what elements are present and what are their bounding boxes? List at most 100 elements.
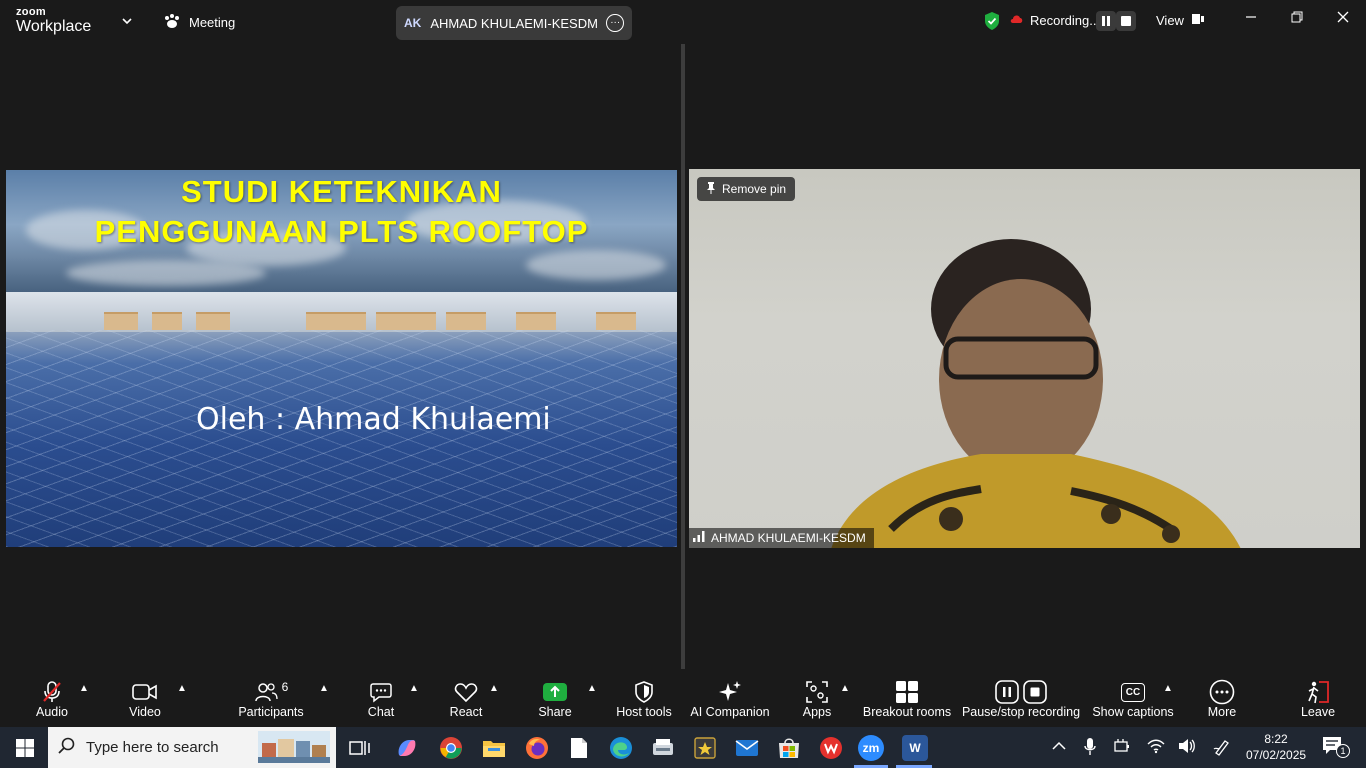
participants-button[interactable]: 6 Participants xyxy=(236,669,306,727)
participants-label: Participants xyxy=(238,705,304,719)
copilot-icon[interactable] xyxy=(394,735,420,761)
camera-icon xyxy=(132,679,158,705)
mail-icon[interactable] xyxy=(734,735,760,761)
ai-companion-button[interactable]: AI Companion xyxy=(690,669,770,727)
chevron-up-icon[interactable]: ▲ xyxy=(1163,683,1173,694)
pen-icon[interactable] xyxy=(1213,738,1231,759)
windows-start-icon[interactable] xyxy=(12,735,38,761)
breakout-grid-icon xyxy=(895,679,919,705)
share-label: Share xyxy=(538,705,572,719)
audio-button[interactable]: Audio xyxy=(30,669,74,727)
chevron-up-icon[interactable]: ▲ xyxy=(79,683,89,694)
chevron-down-icon[interactable] xyxy=(122,14,132,28)
scanner-app-icon[interactable] xyxy=(650,735,676,761)
edge-icon[interactable] xyxy=(608,735,634,761)
breakout-rooms-button[interactable]: Breakout rooms xyxy=(862,669,952,727)
share-title: AHMAD KHULAEMI-KESDM's screen xyxy=(430,15,598,31)
more-icon xyxy=(1209,679,1235,705)
react-button[interactable]: React xyxy=(446,669,486,727)
meeting-menu[interactable]: Meeting xyxy=(163,13,235,32)
more-label: More xyxy=(1207,705,1237,719)
chrome-icon[interactable] xyxy=(438,735,464,761)
search-placeholder: Type here to search xyxy=(86,739,219,756)
task-view-icon[interactable] xyxy=(347,735,373,761)
apps-label: Apps xyxy=(802,705,832,719)
microsoft-store-icon[interactable] xyxy=(776,735,802,761)
audio-label: Audio xyxy=(36,705,68,719)
captions-icon: CC xyxy=(1120,679,1146,705)
restore-icon[interactable] xyxy=(1285,10,1309,28)
remove-pin-button[interactable]: Remove pin xyxy=(697,177,796,201)
title-bar: zoom Workplace Meeting AK AHMAD KHULAEMI… xyxy=(0,0,1366,44)
sparkle-icon xyxy=(718,679,742,705)
more-button[interactable]: More xyxy=(1204,669,1240,727)
clock-time: 8:22 xyxy=(1264,732,1288,746)
video-button[interactable]: Video xyxy=(124,669,166,727)
share-button[interactable]: Share xyxy=(536,669,574,727)
solar-panel-grid xyxy=(6,330,677,547)
chevron-up-icon[interactable]: ▲ xyxy=(587,683,597,694)
wifi-icon[interactable] xyxy=(1147,738,1165,757)
recording-status[interactable]: Recording... xyxy=(1010,13,1100,28)
wps-office-icon[interactable] xyxy=(818,735,844,761)
split-view-divider[interactable] xyxy=(681,44,685,669)
zoom-app-icon[interactable]: zm xyxy=(858,735,884,761)
chevron-up-icon[interactable] xyxy=(1052,738,1066,754)
microphone-muted-icon xyxy=(40,679,64,705)
taskbar-search-box[interactable]: Type here to search xyxy=(48,727,336,768)
pause-stop-recording-label: Pause/stop recording xyxy=(961,705,1081,719)
speaker-icon[interactable] xyxy=(1178,738,1196,757)
chevron-up-icon[interactable]: ▲ xyxy=(489,683,499,694)
battery-plug-icon[interactable] xyxy=(1114,738,1132,757)
document-icon[interactable] xyxy=(566,735,592,761)
participants-icon: 6 xyxy=(254,679,288,705)
chevron-up-icon[interactable]: ▲ xyxy=(409,683,419,694)
screen-share-indicator[interactable]: AK AHMAD KHULAEMI-KESDM's screen ··· xyxy=(396,6,632,40)
search-highlight-image xyxy=(258,731,330,767)
firefox-icon[interactable] xyxy=(524,735,550,761)
chat-button[interactable]: Chat xyxy=(362,669,400,727)
ai-companion-label: AI Companion xyxy=(690,705,770,719)
stop-recording-icon[interactable] xyxy=(1116,11,1136,31)
security-shield-icon[interactable] xyxy=(983,11,1001,36)
pause-recording-icon[interactable] xyxy=(1096,11,1116,31)
windows-taskbar: Type here to search zm W 8:22 07/02/2025… xyxy=(0,727,1366,768)
close-icon[interactable] xyxy=(1331,10,1355,28)
zoom-workplace-logo[interactable]: zoom Workplace xyxy=(16,7,91,35)
heart-icon xyxy=(454,679,478,705)
media-app-icon[interactable] xyxy=(692,735,718,761)
leave-button[interactable]: Leave xyxy=(1298,669,1338,727)
leave-label: Leave xyxy=(1300,705,1336,719)
shared-screen[interactable]: STUDI KETEKNIKAN PENGGUNAAN PLTS ROOFTOP… xyxy=(6,170,677,547)
notification-center-icon[interactable]: 1 xyxy=(1322,736,1350,759)
microphone-icon[interactable] xyxy=(1084,738,1096,759)
apps-button[interactable]: Apps xyxy=(800,669,834,727)
word-app-label: W xyxy=(909,741,921,755)
show-captions-button[interactable]: CC Show captions xyxy=(1092,669,1174,727)
apps-icon xyxy=(805,679,829,705)
minimize-icon[interactable] xyxy=(1239,10,1263,28)
brand-small: zoom xyxy=(16,6,46,18)
pause-stop-recording-button[interactable]: Pause/stop recording xyxy=(961,669,1081,727)
pause-stop-icon xyxy=(995,679,1047,705)
pinned-video[interactable]: Remove pin AHMAD KHULAEMI-KESDM xyxy=(689,169,1360,548)
file-explorer-icon[interactable] xyxy=(481,735,507,761)
view-menu[interactable]: View xyxy=(1156,13,1204,28)
host-tools-button[interactable]: Host tools xyxy=(614,669,674,727)
react-label: React xyxy=(449,705,483,719)
taskbar-clock[interactable]: 8:22 07/02/2025 xyxy=(1246,731,1306,763)
slide-title-line1: STUDI KETEKNIKAN xyxy=(181,174,502,209)
slide-author: Oleh : Ahmad Khulaemi xyxy=(196,402,551,437)
cloud-record-icon xyxy=(1010,13,1024,28)
chevron-up-icon[interactable]: ▲ xyxy=(840,683,850,694)
breakout-rooms-label: Breakout rooms xyxy=(862,705,952,719)
word-app-icon[interactable]: W xyxy=(902,735,928,761)
chevron-up-icon[interactable]: ▲ xyxy=(177,683,187,694)
zoom-app-label: zm xyxy=(862,741,880,755)
signal-bars-icon xyxy=(693,531,705,545)
chat-icon xyxy=(369,679,393,705)
more-options-icon[interactable]: ··· xyxy=(606,14,624,32)
participant-name-tag: AHMAD KHULAEMI-KESDM xyxy=(689,528,874,548)
remove-pin-label: Remove pin xyxy=(722,182,787,196)
chevron-up-icon[interactable]: ▲ xyxy=(319,683,329,694)
